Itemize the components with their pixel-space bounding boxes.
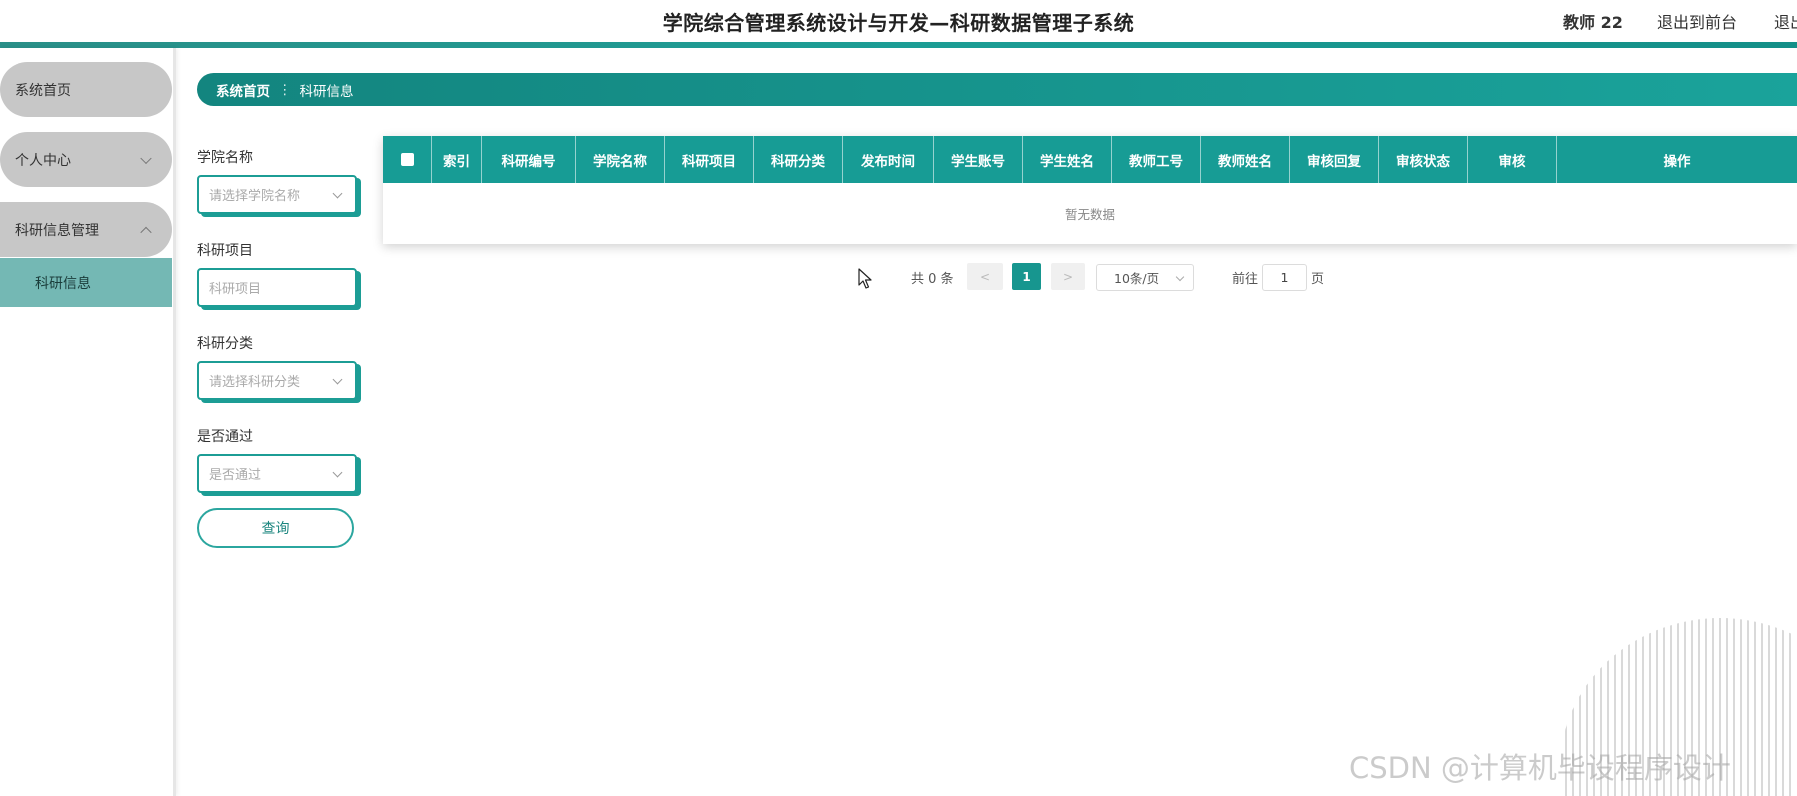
logout-link[interactable]: 退出	[1774, 9, 1797, 33]
sidebar-subitem-research-info[interactable]: 科研信息	[0, 258, 172, 307]
chevron-down-icon	[1175, 272, 1185, 282]
header-accent-bar	[0, 42, 1797, 48]
pagination-prev-button[interactable]: <	[967, 263, 1003, 290]
college-name-label: 学院名称	[197, 150, 253, 166]
research-project-input[interactable]: 科研项目	[197, 268, 357, 307]
pagination-page-1[interactable]: 1	[1012, 263, 1041, 290]
column-header-publish-time[interactable]: 发布时间	[843, 136, 934, 183]
column-header-teacher-name[interactable]: 教师姓名	[1201, 136, 1290, 183]
sidebar-item-label: 个人中心	[15, 152, 71, 169]
research-category-select[interactable]: 请选择科研分类	[197, 361, 357, 400]
college-name-placeholder: 请选择学院名称	[209, 189, 301, 204]
column-header-teacher-id[interactable]: 教师工号	[1112, 136, 1201, 183]
college-name-select[interactable]: 请选择学院名称	[197, 175, 357, 214]
select-all-cell	[383, 136, 432, 183]
page-size-select[interactable]: 10条/页	[1096, 264, 1194, 291]
current-user-label: 教师 22	[1563, 13, 1623, 32]
select-all-checkbox[interactable]	[400, 153, 414, 166]
goto-label: 前往	[1232, 272, 1259, 287]
column-header-review[interactable]: 审核	[1468, 136, 1557, 183]
research-project-placeholder: 科研项目	[209, 282, 262, 297]
column-header-student-account[interactable]: 学生账号	[934, 136, 1023, 183]
table-empty-text: 暂无数据	[1064, 207, 1115, 222]
column-header-review-status[interactable]: 审核状态	[1379, 136, 1468, 183]
table-header: 索引 科研编号 学院名称 科研项目 科研分类 发布时间 学生账号 学生姓名 教师…	[383, 136, 1797, 183]
chevron-up-icon	[140, 226, 152, 238]
column-header-student-name[interactable]: 学生姓名	[1023, 136, 1112, 183]
goto-page-input[interactable]	[1262, 264, 1307, 291]
approval-status-placeholder: 是否通过	[209, 468, 262, 483]
pagination-total: 共 0 条	[911, 272, 954, 287]
sidebar-item-label: 系统首页	[15, 82, 71, 99]
back-to-front-link[interactable]: 退出到前台	[1657, 9, 1737, 33]
chevron-down-icon	[140, 152, 152, 164]
column-header-research-id[interactable]: 科研编号	[482, 136, 576, 183]
column-header-research-category[interactable]: 科研分类	[754, 136, 843, 183]
pagination-next-button[interactable]: >	[1051, 263, 1085, 290]
breadcrumb-home-link[interactable]: 系统首页	[216, 80, 270, 100]
breadcrumb: 系统首页 ⋮ 科研信息	[197, 73, 1797, 106]
approval-status-label: 是否通过	[197, 429, 253, 445]
sidebar-item-home[interactable]: 系统首页	[0, 62, 172, 117]
page-suffix-label: 页	[1311, 272, 1325, 287]
chevron-down-icon	[332, 467, 343, 478]
breadcrumb-current: 科研信息	[299, 83, 354, 100]
research-info-table: 索引 科研编号 学院名称 科研项目 科研分类 发布时间 学生账号 学生姓名 教师…	[383, 136, 1797, 244]
column-header-research-project[interactable]: 科研项目	[665, 136, 754, 183]
sidebar-subitem-label: 科研信息	[35, 275, 91, 292]
sidebar-item-label: 科研信息管理	[15, 222, 99, 239]
breadcrumb-separator-icon: ⋮	[278, 81, 292, 98]
chevron-down-icon	[332, 374, 343, 385]
top-header: 学院综合管理系统设计与开发—科研数据管理子系统 教师 22 退出到前台 退出	[0, 0, 1797, 42]
sidebar-item-personal-center[interactable]: 个人中心	[0, 132, 172, 187]
research-project-label: 科研项目	[197, 243, 253, 259]
query-button[interactable]: 查询	[197, 508, 354, 548]
system-title: 学院综合管理系统设计与开发—科研数据管理子系统	[662, 11, 1135, 35]
mouse-cursor-icon	[858, 268, 872, 289]
page-size-value: 10条/页	[1114, 271, 1160, 286]
sidebar-item-research-management[interactable]: 科研信息管理	[0, 202, 172, 257]
sidebar: 系统首页 个人中心 科研信息管理 科研信息	[0, 48, 176, 796]
research-category-placeholder: 请选择科研分类	[209, 375, 301, 390]
column-header-index[interactable]: 索引	[432, 136, 482, 183]
csdn-watermark: CSDN @计算机毕设程序设计	[1349, 751, 1731, 785]
column-header-review-reply[interactable]: 审核回复	[1290, 136, 1379, 183]
research-category-label: 科研分类	[197, 336, 253, 352]
column-header-actions[interactable]: 操作	[1557, 136, 1797, 183]
chevron-down-icon	[332, 188, 343, 199]
approval-status-select[interactable]: 是否通过	[197, 454, 357, 493]
column-header-college-name[interactable]: 学院名称	[576, 136, 665, 183]
